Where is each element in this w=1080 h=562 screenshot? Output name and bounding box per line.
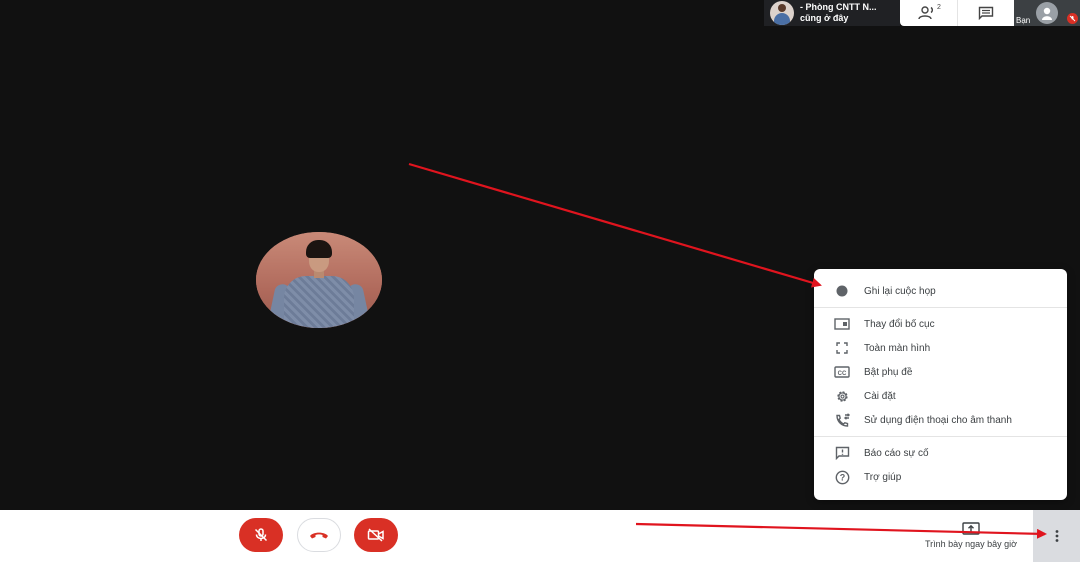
record-dot-icon	[834, 283, 850, 299]
present-now-label: Trình bày ngay bây giờ	[924, 539, 1018, 549]
menu-item-fullscreen[interactable]: Toàn màn hình	[814, 336, 1067, 360]
mic-toggle-button[interactable]	[239, 518, 283, 552]
top-actions: 2	[900, 0, 1014, 26]
top-bar: - Phòng CNTT N... cũng ở đây 2 Bạn	[764, 0, 1080, 26]
svg-text:CC: CC	[838, 371, 847, 377]
chat-button[interactable]	[956, 0, 1015, 26]
menu-item-label: Bật phụ đề	[864, 366, 913, 378]
report-icon	[834, 445, 850, 461]
hang-up-icon	[310, 532, 328, 539]
hang-up-button[interactable]	[297, 518, 341, 552]
bottom-control-bar: Trình bày ngay bây giờ	[0, 510, 1080, 562]
menu-item-label: Thay đổi bố cục	[864, 318, 935, 330]
menu-item-label: Ghi lại cuộc họp	[864, 285, 936, 297]
fullscreen-icon	[834, 340, 850, 356]
menu-divider	[814, 436, 1067, 437]
menu-item-record[interactable]: Ghi lại cuộc họp	[814, 279, 1067, 303]
captions-icon: CC	[834, 364, 850, 380]
room-status: cũng ở đây	[800, 13, 849, 23]
help-icon: ?	[834, 469, 850, 485]
self-mic-off-icon	[1067, 13, 1078, 24]
present-now-button[interactable]: Trình bày ngay bây giờ	[912, 522, 1030, 554]
more-vert-icon	[1055, 530, 1058, 542]
layout-icon	[834, 316, 850, 332]
self-view-tile[interactable]: Bạn	[1014, 0, 1080, 26]
gear-icon	[834, 388, 850, 404]
menu-item-label: Sử dụng điện thoại cho âm thanh	[864, 414, 1012, 426]
menu-item-label: Trợ giúp	[864, 471, 902, 483]
menu-item-report-problem[interactable]: Báo cáo sự cố	[814, 441, 1067, 465]
camera-toggle-button[interactable]	[354, 518, 398, 552]
people-button[interactable]: 2	[900, 0, 957, 26]
svg-text:?: ?	[839, 472, 845, 482]
present-screen-icon	[962, 522, 980, 535]
participant-video	[256, 232, 382, 328]
menu-item-change-layout[interactable]: Thay đổi bố cục	[814, 312, 1067, 336]
menu-item-label: Báo cáo sự cố	[864, 447, 929, 459]
self-label: Bạn	[1016, 16, 1031, 25]
menu-item-settings[interactable]: Cài đặt	[814, 384, 1067, 408]
room-info: - Phòng CNTT N... cũng ở đây	[800, 2, 877, 24]
self-avatar	[1036, 2, 1058, 24]
person-icon	[1042, 7, 1052, 20]
chat-icon	[978, 6, 993, 20]
room-name: - Phòng CNTT N...	[800, 2, 877, 12]
phone-audio-icon	[834, 412, 850, 428]
menu-item-help[interactable]: ? Trợ giúp	[814, 465, 1067, 489]
room-avatar	[770, 1, 794, 25]
more-options-menu: Ghi lại cuộc họp Thay đổi bố cục Toàn mà…	[814, 269, 1067, 500]
camera-off-icon	[367, 528, 384, 542]
people-count: 2	[937, 4, 941, 11]
mic-off-icon	[254, 528, 268, 542]
menu-item-label: Toàn màn hình	[864, 342, 931, 354]
people-icon	[918, 6, 934, 20]
room-chip[interactable]: - Phòng CNTT N... cũng ở đây	[764, 0, 900, 26]
more-options-button[interactable]	[1033, 510, 1080, 562]
menu-item-captions[interactable]: CC Bật phụ đề	[814, 360, 1067, 384]
menu-item-phone-audio[interactable]: Sử dụng điện thoại cho âm thanh	[814, 408, 1067, 432]
menu-item-label: Cài đặt	[864, 390, 896, 402]
menu-divider	[814, 307, 1067, 308]
